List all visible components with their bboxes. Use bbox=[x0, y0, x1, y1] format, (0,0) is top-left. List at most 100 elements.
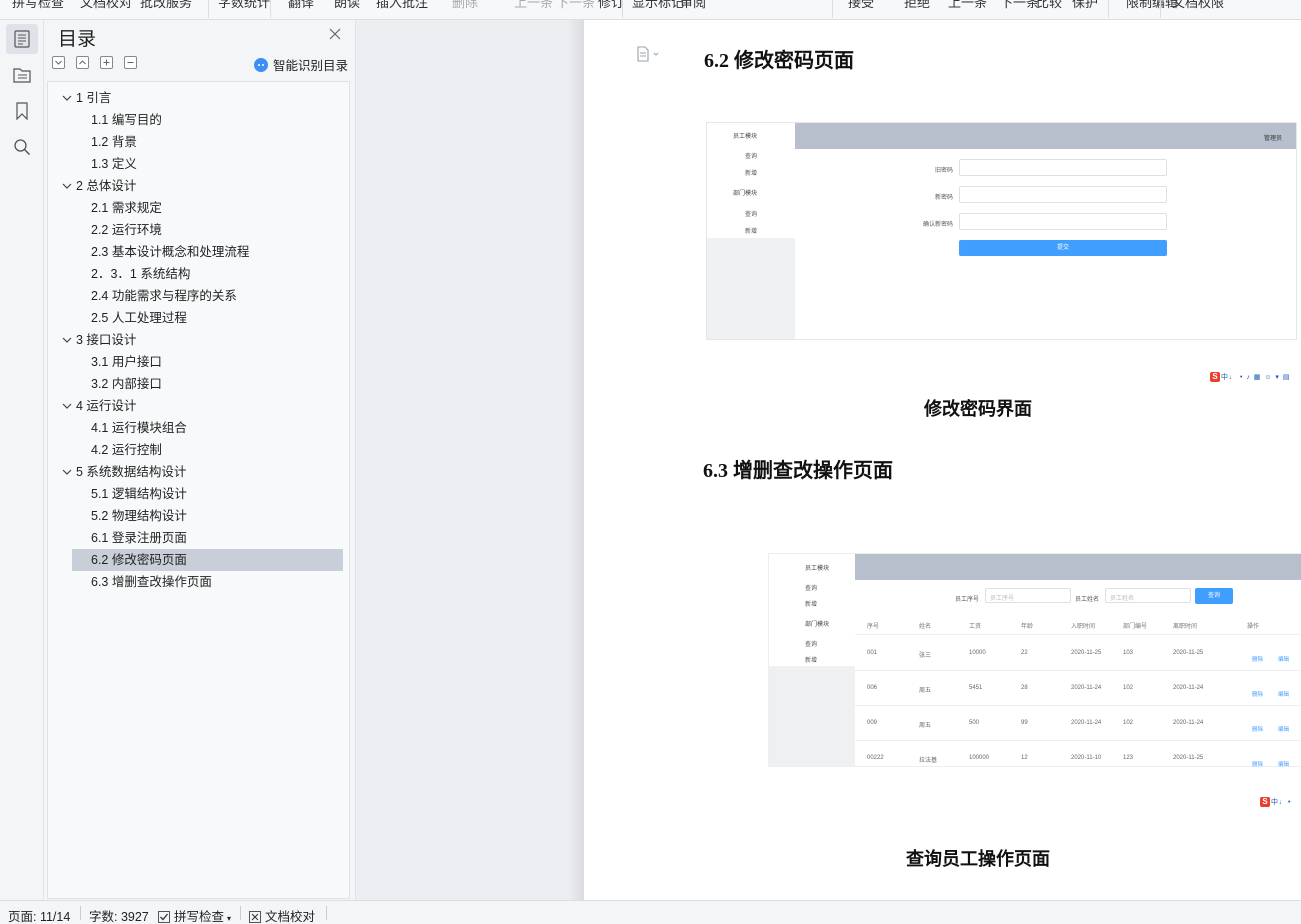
chevron-down-icon[interactable] bbox=[62, 94, 72, 102]
page-count[interactable]: 页面: 11/14 bbox=[8, 906, 70, 924]
mock-label: 确认新密码 bbox=[923, 222, 954, 228]
toc-item[interactable]: 1.2 背景 bbox=[48, 131, 349, 153]
toc-item[interactable]: 1 引言 bbox=[48, 87, 349, 109]
toc-item[interactable]: 2.5 人工处理过程 bbox=[48, 307, 349, 329]
mock-table-divider bbox=[855, 670, 1301, 671]
chevron-down-icon[interactable] bbox=[62, 182, 72, 190]
ribbon-item[interactable]: 显示标记 bbox=[632, 0, 684, 11]
toc-item[interactable]: 2.1 需求规定 bbox=[48, 197, 349, 219]
toc-item[interactable]: 4 运行设计 bbox=[48, 395, 349, 417]
mock-table-header: 序号 bbox=[867, 624, 880, 630]
chevron-down-icon[interactable]: ▾ bbox=[227, 914, 231, 923]
toc-item[interactable]: 4.2 运行控制 bbox=[48, 439, 349, 461]
mock-menu2-item: 新增 bbox=[745, 229, 758, 235]
toc-item[interactable]: 4.1 运行模块组合 bbox=[48, 417, 349, 439]
mock-search-label: 员工序号 bbox=[955, 597, 980, 603]
mock-edit-link: 编辑 bbox=[1278, 657, 1290, 663]
mock-input: 员工姓名 bbox=[1105, 588, 1191, 603]
toc-item-label: 3.2 内部接口 bbox=[91, 377, 162, 391]
toc-item[interactable]: 6.3 增删查改操作页面 bbox=[48, 571, 349, 593]
chevron-down-icon[interactable] bbox=[62, 336, 72, 344]
ribbon-item[interactable]: 下一条 bbox=[1000, 0, 1039, 11]
chevron-down-icon[interactable] bbox=[62, 402, 72, 410]
toc-item[interactable]: 6.1 登录注册页面 bbox=[48, 527, 349, 549]
mock-table-cell: 006 bbox=[867, 685, 878, 691]
close-icon[interactable] bbox=[328, 27, 342, 41]
mock-menu1-item: 查询 bbox=[745, 154, 758, 160]
checkbox-checked-icon bbox=[158, 911, 170, 923]
toc-item[interactable]: 6.2 修改密码页面 bbox=[72, 549, 343, 571]
mock-input bbox=[959, 159, 1167, 176]
ribbon-item[interactable]: 文档校对 bbox=[80, 0, 132, 11]
ribbon-item[interactable]: 限制编辑 bbox=[1126, 0, 1178, 11]
toc-item[interactable]: 2.3 基本设计概念和处理流程 bbox=[48, 241, 349, 263]
ribbon-item[interactable]: 上一条 bbox=[948, 0, 987, 11]
mock-table-cell: 103 bbox=[1123, 650, 1134, 656]
toc-item[interactable]: 2 总体设计 bbox=[48, 175, 349, 197]
ime-toolbar: S 中 ♩ • bbox=[1260, 797, 1290, 807]
toc-item[interactable]: 3.2 内部接口 bbox=[48, 373, 349, 395]
collapse-all-icon[interactable] bbox=[76, 56, 89, 69]
mock-table-cell: 2020-11-24 bbox=[1173, 720, 1204, 726]
chevron-down-icon[interactable] bbox=[62, 468, 72, 476]
ribbon-item[interactable]: 比较 bbox=[1036, 0, 1062, 11]
ribbon-item[interactable]: 下一条 bbox=[556, 0, 595, 11]
ribbon-item[interactable]: 保护 bbox=[1072, 0, 1098, 11]
mock-sidebar-fill bbox=[769, 666, 855, 766]
toc-item[interactable]: 5 系统数据结构设计 bbox=[48, 461, 349, 483]
expand-all-icon[interactable] bbox=[52, 56, 65, 69]
toc-view-icon[interactable] bbox=[6, 24, 38, 54]
mock-menu2: 部门模块 bbox=[733, 191, 758, 197]
ime-toolbar: S 中 ♩ • ♪ ▦ ☺ ▾ ▤ bbox=[1210, 372, 1291, 382]
ribbon-item[interactable]: 删除 bbox=[452, 0, 478, 11]
document-page[interactable]: 6.2 修改密码页面 员工模块 查询 新增 部门模块 查询 新增 管理员 旧密码… bbox=[584, 20, 1301, 900]
toc-item[interactable]: 5.2 物理结构设计 bbox=[48, 505, 349, 527]
ribbon-item[interactable]: 翻译 bbox=[288, 0, 314, 11]
ribbon-item[interactable]: 修订 bbox=[598, 0, 624, 11]
paragraph-menu-icon[interactable] bbox=[636, 46, 662, 67]
ribbon-item[interactable]: 文档权限 bbox=[1172, 0, 1224, 11]
mock-edit-link: 编辑 bbox=[1278, 762, 1290, 768]
ribbon-item[interactable]: 插入批注 bbox=[376, 0, 428, 11]
mock-table-divider bbox=[855, 705, 1301, 706]
ribbon-separator bbox=[1108, 0, 1109, 18]
smart-toc-button[interactable]: 智能识别目录 bbox=[254, 55, 348, 74]
toc-item-label: 6.2 修改密码页面 bbox=[91, 553, 187, 567]
search-icon[interactable] bbox=[6, 132, 38, 162]
ribbon-item[interactable]: 审阅 bbox=[680, 0, 706, 11]
ribbon-item[interactable]: 接受 bbox=[848, 0, 874, 11]
mock-table-header: 部门编号 bbox=[1123, 624, 1148, 630]
toc-item[interactable]: 5.1 逻辑结构设计 bbox=[48, 483, 349, 505]
mock-table-cell: 2020-11-24 bbox=[1173, 685, 1204, 691]
toc-item[interactable]: 1.3 定义 bbox=[48, 153, 349, 175]
toc-item[interactable]: 3.1 用户接口 bbox=[48, 351, 349, 373]
toc-item[interactable]: 2．3．1 系统结构 bbox=[48, 263, 349, 285]
ribbon-item[interactable]: 拒绝 bbox=[904, 0, 930, 11]
mock-input bbox=[959, 213, 1167, 230]
ribbon-item[interactable]: 朗读 bbox=[334, 0, 360, 11]
toc-item[interactable]: 3 接口设计 bbox=[48, 329, 349, 351]
toc-item[interactable]: 1.1 编写目的 bbox=[48, 109, 349, 131]
review-ribbon: 拼写检查 文档校对 批改服务 字数统计 翻译 朗读 插入批注 删除 上一条 下一条 修订 显示标记 审阅… bbox=[0, 0, 1301, 20]
ribbon-item[interactable]: 批改服务 bbox=[140, 0, 192, 11]
ribbon-item[interactable]: 字数统计 bbox=[218, 0, 270, 11]
toc-item[interactable]: 2.4 功能需求与程序的关系 bbox=[48, 285, 349, 307]
toc-item[interactable]: 2.2 运行环境 bbox=[48, 219, 349, 241]
wps-writer-window: 拼写检查 文档校对 批改服务 字数统计 翻译 朗读 插入批注 删除 上一条 下一条 修订 显示标记 审阅… bbox=[0, 0, 1301, 924]
word-count[interactable]: 字数: 3927 bbox=[89, 906, 149, 924]
heading-6-2: 6.2 修改密码页面 bbox=[704, 50, 854, 72]
remove-heading-icon[interactable] bbox=[124, 56, 137, 69]
bookmark-icon[interactable] bbox=[6, 96, 38, 126]
mock-table-header: 工资 bbox=[969, 624, 982, 630]
ribbon-item[interactable]: 上一条 bbox=[514, 0, 553, 11]
ime-logo-icon: S bbox=[1260, 797, 1270, 807]
page-shadow bbox=[568, 20, 584, 900]
mock-table-cell: 2020-11-25 bbox=[1173, 755, 1204, 761]
chapter-nav-icon[interactable] bbox=[6, 60, 38, 90]
mock-sidebar-fill bbox=[707, 238, 795, 339]
proofread-toggle[interactable]: 文档校对 bbox=[249, 906, 315, 924]
mock-table-cell: 001 bbox=[867, 650, 878, 656]
add-heading-icon[interactable] bbox=[100, 56, 113, 69]
spell-check-toggle[interactable]: 拼写检查 ▾ bbox=[158, 906, 231, 924]
ribbon-item[interactable]: 拼写检查 bbox=[12, 0, 64, 11]
